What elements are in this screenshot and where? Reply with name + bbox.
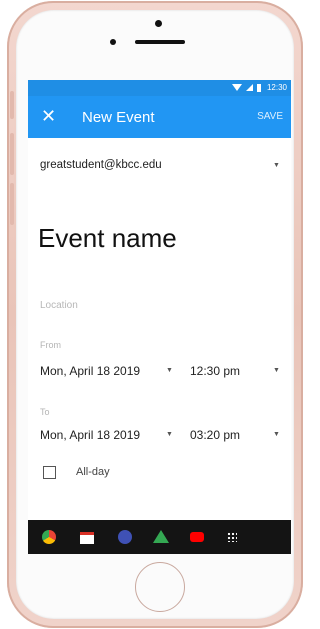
cell-signal-icon bbox=[245, 84, 253, 91]
status-time: 12:30 bbox=[266, 83, 287, 92]
chevron-down-icon[interactable]: ▼ bbox=[273, 162, 280, 169]
from-date-select[interactable]: Mon, April 18 2019 bbox=[40, 364, 140, 378]
youtube-icon[interactable] bbox=[190, 532, 204, 542]
status-bar: 12:30 bbox=[28, 80, 291, 96]
app-grid-icon[interactable] bbox=[227, 532, 237, 542]
all-day-checkbox[interactable] bbox=[43, 466, 56, 479]
to-time-select[interactable]: 03:20 pm bbox=[190, 428, 240, 442]
event-name-input[interactable]: Event name bbox=[38, 223, 177, 254]
account-selector[interactable]: greatstudent@kbcc.edu bbox=[40, 159, 162, 171]
from-time-select[interactable]: 12:30 pm bbox=[190, 364, 240, 378]
gmail-icon[interactable] bbox=[80, 532, 94, 544]
from-label: From bbox=[40, 340, 61, 350]
to-label: To bbox=[40, 407, 50, 417]
wifi-icon bbox=[231, 84, 242, 91]
proximity-sensor bbox=[110, 39, 116, 45]
save-button[interactable]: SAVE bbox=[257, 111, 283, 122]
front-camera bbox=[155, 20, 162, 27]
to-date-select[interactable]: Mon, April 18 2019 bbox=[40, 428, 140, 442]
all-day-label: All-day bbox=[76, 466, 110, 478]
mute-switch bbox=[10, 91, 14, 119]
app-bar: ✕ New Event SAVE bbox=[28, 96, 291, 138]
chevron-down-icon[interactable]: ▼ bbox=[166, 367, 173, 374]
close-icon[interactable]: ✕ bbox=[41, 107, 56, 125]
volume-down-button bbox=[10, 183, 14, 225]
earpiece-speaker bbox=[135, 40, 185, 44]
chevron-down-icon[interactable]: ▼ bbox=[273, 367, 280, 374]
android-nav-bar bbox=[28, 520, 291, 554]
location-input[interactable]: Location bbox=[40, 300, 78, 311]
home-button[interactable] bbox=[135, 562, 185, 612]
battery-icon bbox=[256, 83, 261, 92]
chevron-down-icon[interactable]: ▼ bbox=[166, 431, 173, 438]
page-title: New Event bbox=[82, 109, 155, 126]
browser-icon[interactable] bbox=[118, 530, 132, 544]
drive-icon[interactable] bbox=[153, 530, 169, 543]
screen: 12:30 ✕ New Event SAVE greatstudent@kbcc… bbox=[28, 80, 291, 554]
chrome-icon[interactable] bbox=[42, 530, 56, 544]
volume-up-button bbox=[10, 133, 14, 175]
chevron-down-icon[interactable]: ▼ bbox=[273, 431, 280, 438]
